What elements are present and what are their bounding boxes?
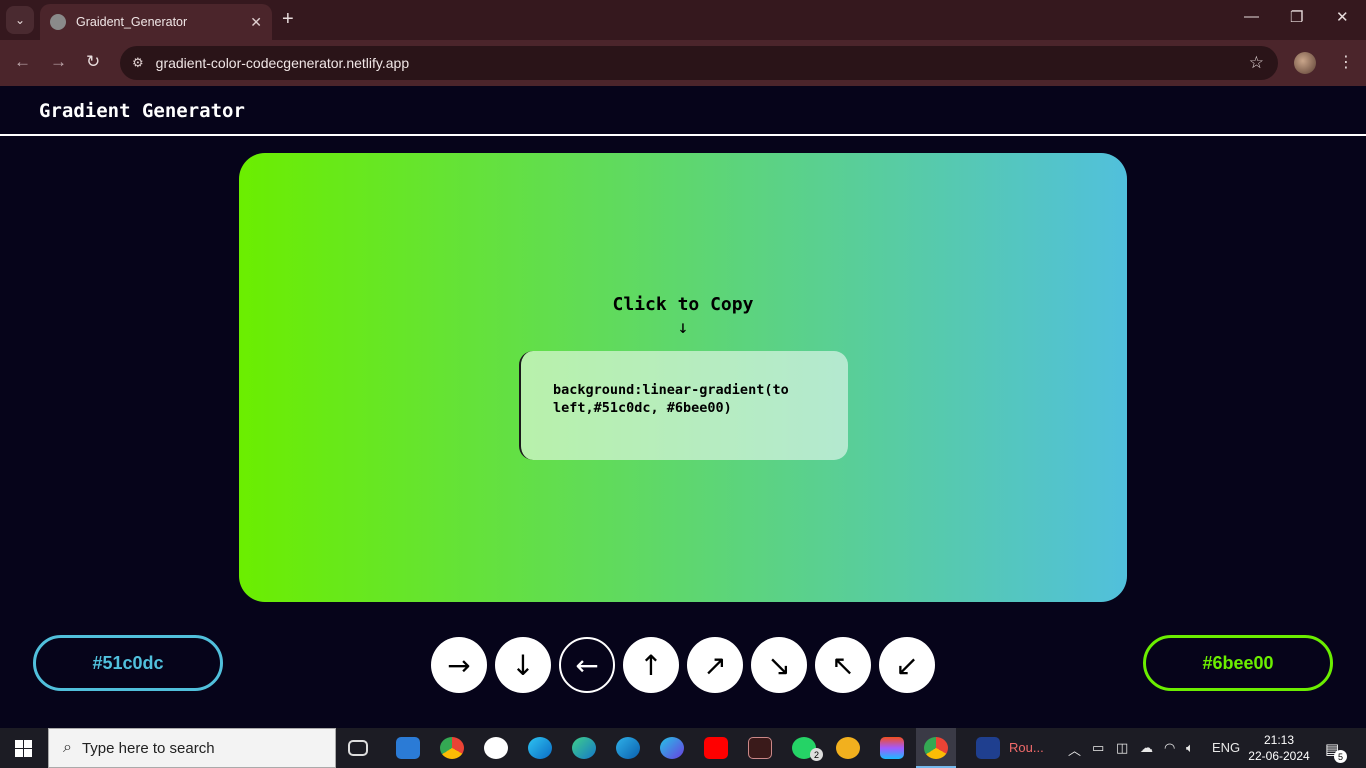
taskbar-search-box[interactable]: ⌕ Type here to search — [48, 728, 336, 768]
tab-title: Graident_Generator — [76, 15, 188, 29]
canva-icon[interactable] — [660, 737, 684, 759]
direction-button-to-top-left[interactable]: ↖ — [815, 637, 871, 693]
browser-menu-button[interactable]: ⋮ — [1338, 52, 1354, 72]
direction-button-to-right[interactable]: → — [431, 637, 487, 693]
clock-time: 21:13 — [1263, 733, 1295, 747]
figma-icon[interactable] — [880, 737, 904, 759]
color-picker-right[interactable]: #6bee00 — [1143, 635, 1333, 691]
battery-icon[interactable]: ▭ — [1092, 740, 1104, 756]
url-text: gradient-color-codecgenerator.netlify.ap… — [155, 55, 410, 71]
direction-button-to-top-right[interactable]: ↗ — [687, 637, 743, 693]
direction-button-to-top[interactable]: ↑ — [623, 637, 679, 693]
language-indicator[interactable]: ENG — [1212, 740, 1240, 755]
windows-taskbar: ⌕ Type here to search 2 Rou... ︿ ▭ ◫ ☁ ◠… — [0, 728, 1366, 768]
header-divider — [0, 134, 1366, 136]
browser-toolbar: ← → ↻ ⚙ gradient-color-codecgenerator.ne… — [0, 40, 1366, 86]
new-tab-button[interactable]: + — [282, 8, 294, 31]
cloud-icon[interactable]: ☁ — [1140, 740, 1153, 756]
page-content: Gradient Generator Click to Copy ↓ backg… — [0, 86, 1366, 728]
taskbar-app-label[interactable]: Rou... — [1009, 740, 1044, 755]
chrome-profile-icon[interactable] — [924, 737, 948, 759]
bookmark-star-icon[interactable]: ☆ — [1249, 53, 1264, 73]
direction-button-to-bottom-left[interactable]: ↙ — [879, 637, 935, 693]
gradient-preview: Click to Copy ↓ background:linear-gradie… — [239, 153, 1127, 602]
clock-date: 22-06-2024 — [1248, 749, 1310, 763]
chevron-down-icon: ⌄ — [14, 13, 26, 27]
task-view-icon[interactable] — [348, 740, 368, 756]
arrow-down-icon: ↓ — [677, 317, 689, 338]
notification-count: 5 — [1334, 750, 1347, 763]
clock[interactable]: 21:13 22-06-2024 — [1248, 732, 1310, 764]
medal-icon[interactable] — [836, 737, 860, 759]
restore-button[interactable]: ❐ — [1290, 8, 1303, 26]
chevron-up-icon[interactable]: ︿ — [1068, 740, 1081, 759]
github-icon[interactable] — [484, 737, 508, 759]
chrome-icon[interactable] — [440, 737, 464, 759]
edge-beta-icon[interactable] — [572, 737, 596, 759]
direction-button-to-bottom-right[interactable]: ↘ — [751, 637, 807, 693]
copy-label: Click to Copy — [612, 294, 754, 315]
search-icon: ⌕ — [63, 739, 72, 756]
app-icon[interactable] — [748, 737, 772, 759]
site-info-icon[interactable]: ⚙ — [132, 55, 144, 71]
browser-tab-bar: ⌄ Graident_Generator ✕ + — ❐ ✕ — [0, 0, 1366, 40]
windows-start-icon[interactable] — [15, 740, 32, 757]
pga-tour-icon[interactable] — [976, 737, 1000, 759]
globe-icon — [50, 14, 66, 30]
camera-icon[interactable]: ◫ — [1116, 740, 1128, 756]
volume-icon[interactable]: 🔈︎ — [1186, 740, 1194, 756]
vscode-icon[interactable] — [396, 737, 420, 759]
page-title: Gradient Generator — [39, 100, 245, 122]
reload-button[interactable]: ↻ — [86, 52, 100, 72]
back-button[interactable]: ← — [14, 52, 31, 72]
css-code-box[interactable]: background:linear-gradient(to left,#51c0… — [519, 351, 848, 460]
color-picker-left[interactable]: #51c0dc — [33, 635, 223, 691]
tab-search-button[interactable]: ⌄ — [6, 6, 34, 34]
minimize-button[interactable]: — — [1244, 8, 1259, 25]
search-placeholder: Type here to search — [81, 739, 215, 757]
address-bar[interactable]: ⚙ gradient-color-codecgenerator.netlify.… — [120, 46, 1278, 80]
direction-button-to-bottom[interactable]: ↓ — [495, 637, 551, 693]
direction-button-to-left[interactable]: ← — [559, 637, 615, 693]
browser-tab[interactable]: Graident_Generator ✕ — [40, 4, 272, 40]
whatsapp-badge: 2 — [810, 748, 823, 761]
youtube-icon[interactable] — [704, 737, 728, 759]
forward-button[interactable]: → — [50, 52, 67, 72]
wifi-icon[interactable]: ◠ — [1164, 740, 1175, 756]
profile-avatar[interactable] — [1294, 52, 1316, 74]
edge-dev-icon[interactable] — [616, 737, 640, 759]
close-window-button[interactable]: ✕ — [1336, 8, 1349, 26]
edge-icon[interactable] — [528, 737, 552, 759]
tab-close-button[interactable]: ✕ — [250, 14, 262, 31]
